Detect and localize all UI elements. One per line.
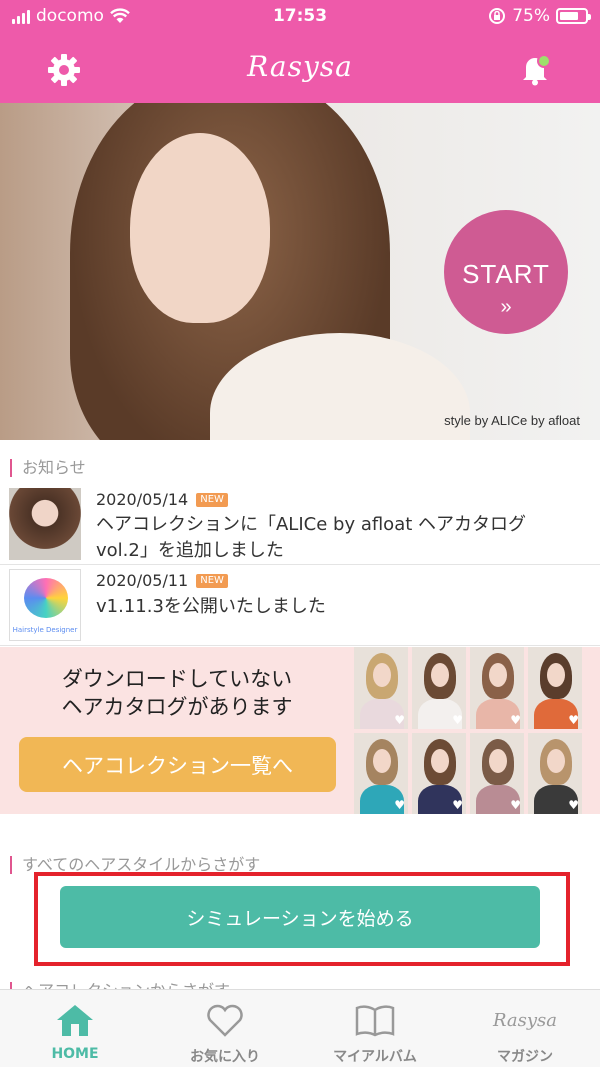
logo-caption: Hairstyle Designer <box>12 626 78 634</box>
new-badge: NEW <box>196 573 228 588</box>
tab-label: お気に入り <box>190 1049 260 1065</box>
heart-icon: ♥ <box>568 798 579 812</box>
hairstyle-photo: ♥ <box>412 647 466 729</box>
status-right: 75% <box>488 6 591 26</box>
new-badge: NEW <box>196 492 228 507</box>
hairstyle-photo: ♥ <box>470 647 524 729</box>
hairstyle-photo: ♥ <box>528 647 582 729</box>
double-chevron-right-icon: » <box>500 296 512 318</box>
heart-icon: ♥ <box>452 712 463 727</box>
tab-label: マガジン <box>497 1049 553 1065</box>
hairstyle-photo: ♥ <box>470 732 524 814</box>
battery-icon <box>556 8 591 24</box>
news-text: ヘアコレクションに「ALICe by afloat ヘアカタログ vol.2」を… <box>96 514 527 561</box>
news-section-title: お知らせ <box>10 459 86 477</box>
battery-percent: 75% <box>512 6 550 26</box>
catalog-banner: ダウンロードしていない ヘアカタログがあります ヘアコレクション一覧へ ♥ ♥ … <box>0 647 600 814</box>
rasysa-logo-icon: Rasysa <box>492 1010 558 1031</box>
tab-magazine[interactable]: Rasysa マガジン <box>450 990 600 1067</box>
battery-fill <box>560 12 578 20</box>
heart-icon: ♥ <box>452 798 463 812</box>
heart-icon: ♥ <box>394 798 405 812</box>
hairstyle-photo: ♥ <box>528 732 582 814</box>
catalog-message-line: ダウンロードしていない <box>61 667 293 691</box>
tab-label: マイアルバム <box>333 1049 417 1065</box>
bottom-tab-bar: HOME お気に入り マイアルバム Rasysa マガジン <box>0 989 600 1067</box>
hero-model-face <box>130 133 270 323</box>
status-bar: docomo 17:53 75% <box>0 0 600 34</box>
start-simulation-button[interactable]: シミュレーションを始める <box>60 886 540 948</box>
heart-icon <box>207 1004 243 1037</box>
news-date-row: 2020/05/11 NEW <box>96 571 228 590</box>
tab-favorites[interactable]: お気に入り <box>150 990 300 1067</box>
top-bar: docomo 17:53 75% Rasysa <box>0 0 600 103</box>
heart-icon: ♥ <box>510 712 521 727</box>
hero-credit: style by ALICe by afloat <box>444 413 580 428</box>
news-date-row: 2020/05/14 NEW <box>96 490 228 509</box>
collection-section-title: ヘアコレクションからさがす <box>10 982 230 989</box>
news-text: v1.11.3を公開いたしました <box>96 596 326 617</box>
news-date: 2020/05/14 <box>96 490 189 509</box>
heart-icon: ♥ <box>394 712 405 727</box>
hero-banner[interactable]: START » style by ALICe by afloat <box>0 103 600 440</box>
news-item[interactable]: 2020/05/14 NEW ヘアコレクションに「ALICe by afloat… <box>0 484 600 565</box>
rotation-lock-icon <box>489 8 506 24</box>
notification-bell-icon[interactable] <box>518 52 552 86</box>
hairstyle-designer-logo: Hairstyle Designer <box>9 569 81 641</box>
heart-icon: ♥ <box>510 798 521 812</box>
book-icon <box>355 1005 395 1037</box>
home-icon <box>57 1005 93 1036</box>
tab-my-album[interactable]: マイアルバム <box>300 990 450 1067</box>
hairstyle-photo: ♥ <box>412 732 466 814</box>
news-date: 2020/05/11 <box>96 571 189 590</box>
app-logo-icon <box>24 578 68 618</box>
app-logo: Rasysa <box>247 50 353 83</box>
app-header: Rasysa <box>0 40 600 100</box>
news-thumbnail <box>9 488 81 560</box>
hairstyle-photo-grid[interactable]: ♥ ♥ ♥ ♥ ♥ ♥ ♥ ♥ <box>354 647 582 814</box>
start-button-label: START <box>462 259 550 289</box>
start-button[interactable]: START » <box>444 210 568 334</box>
tab-home[interactable]: HOME <box>0 990 150 1067</box>
hairstyle-photo: ♥ <box>354 732 408 814</box>
tab-label: HOME <box>51 1046 99 1062</box>
heart-icon: ♥ <box>568 712 579 727</box>
hairstyle-photo: ♥ <box>354 647 408 729</box>
news-item[interactable]: Hairstyle Designer 2020/05/11 NEW v1.11.… <box>0 566 600 646</box>
catalog-message-line: ヘアカタログがあります <box>61 695 293 719</box>
hair-collection-list-button[interactable]: ヘアコレクション一覧へ <box>19 737 336 792</box>
catalog-message: ダウンロードしていない ヘアカタログがあります <box>18 665 336 721</box>
